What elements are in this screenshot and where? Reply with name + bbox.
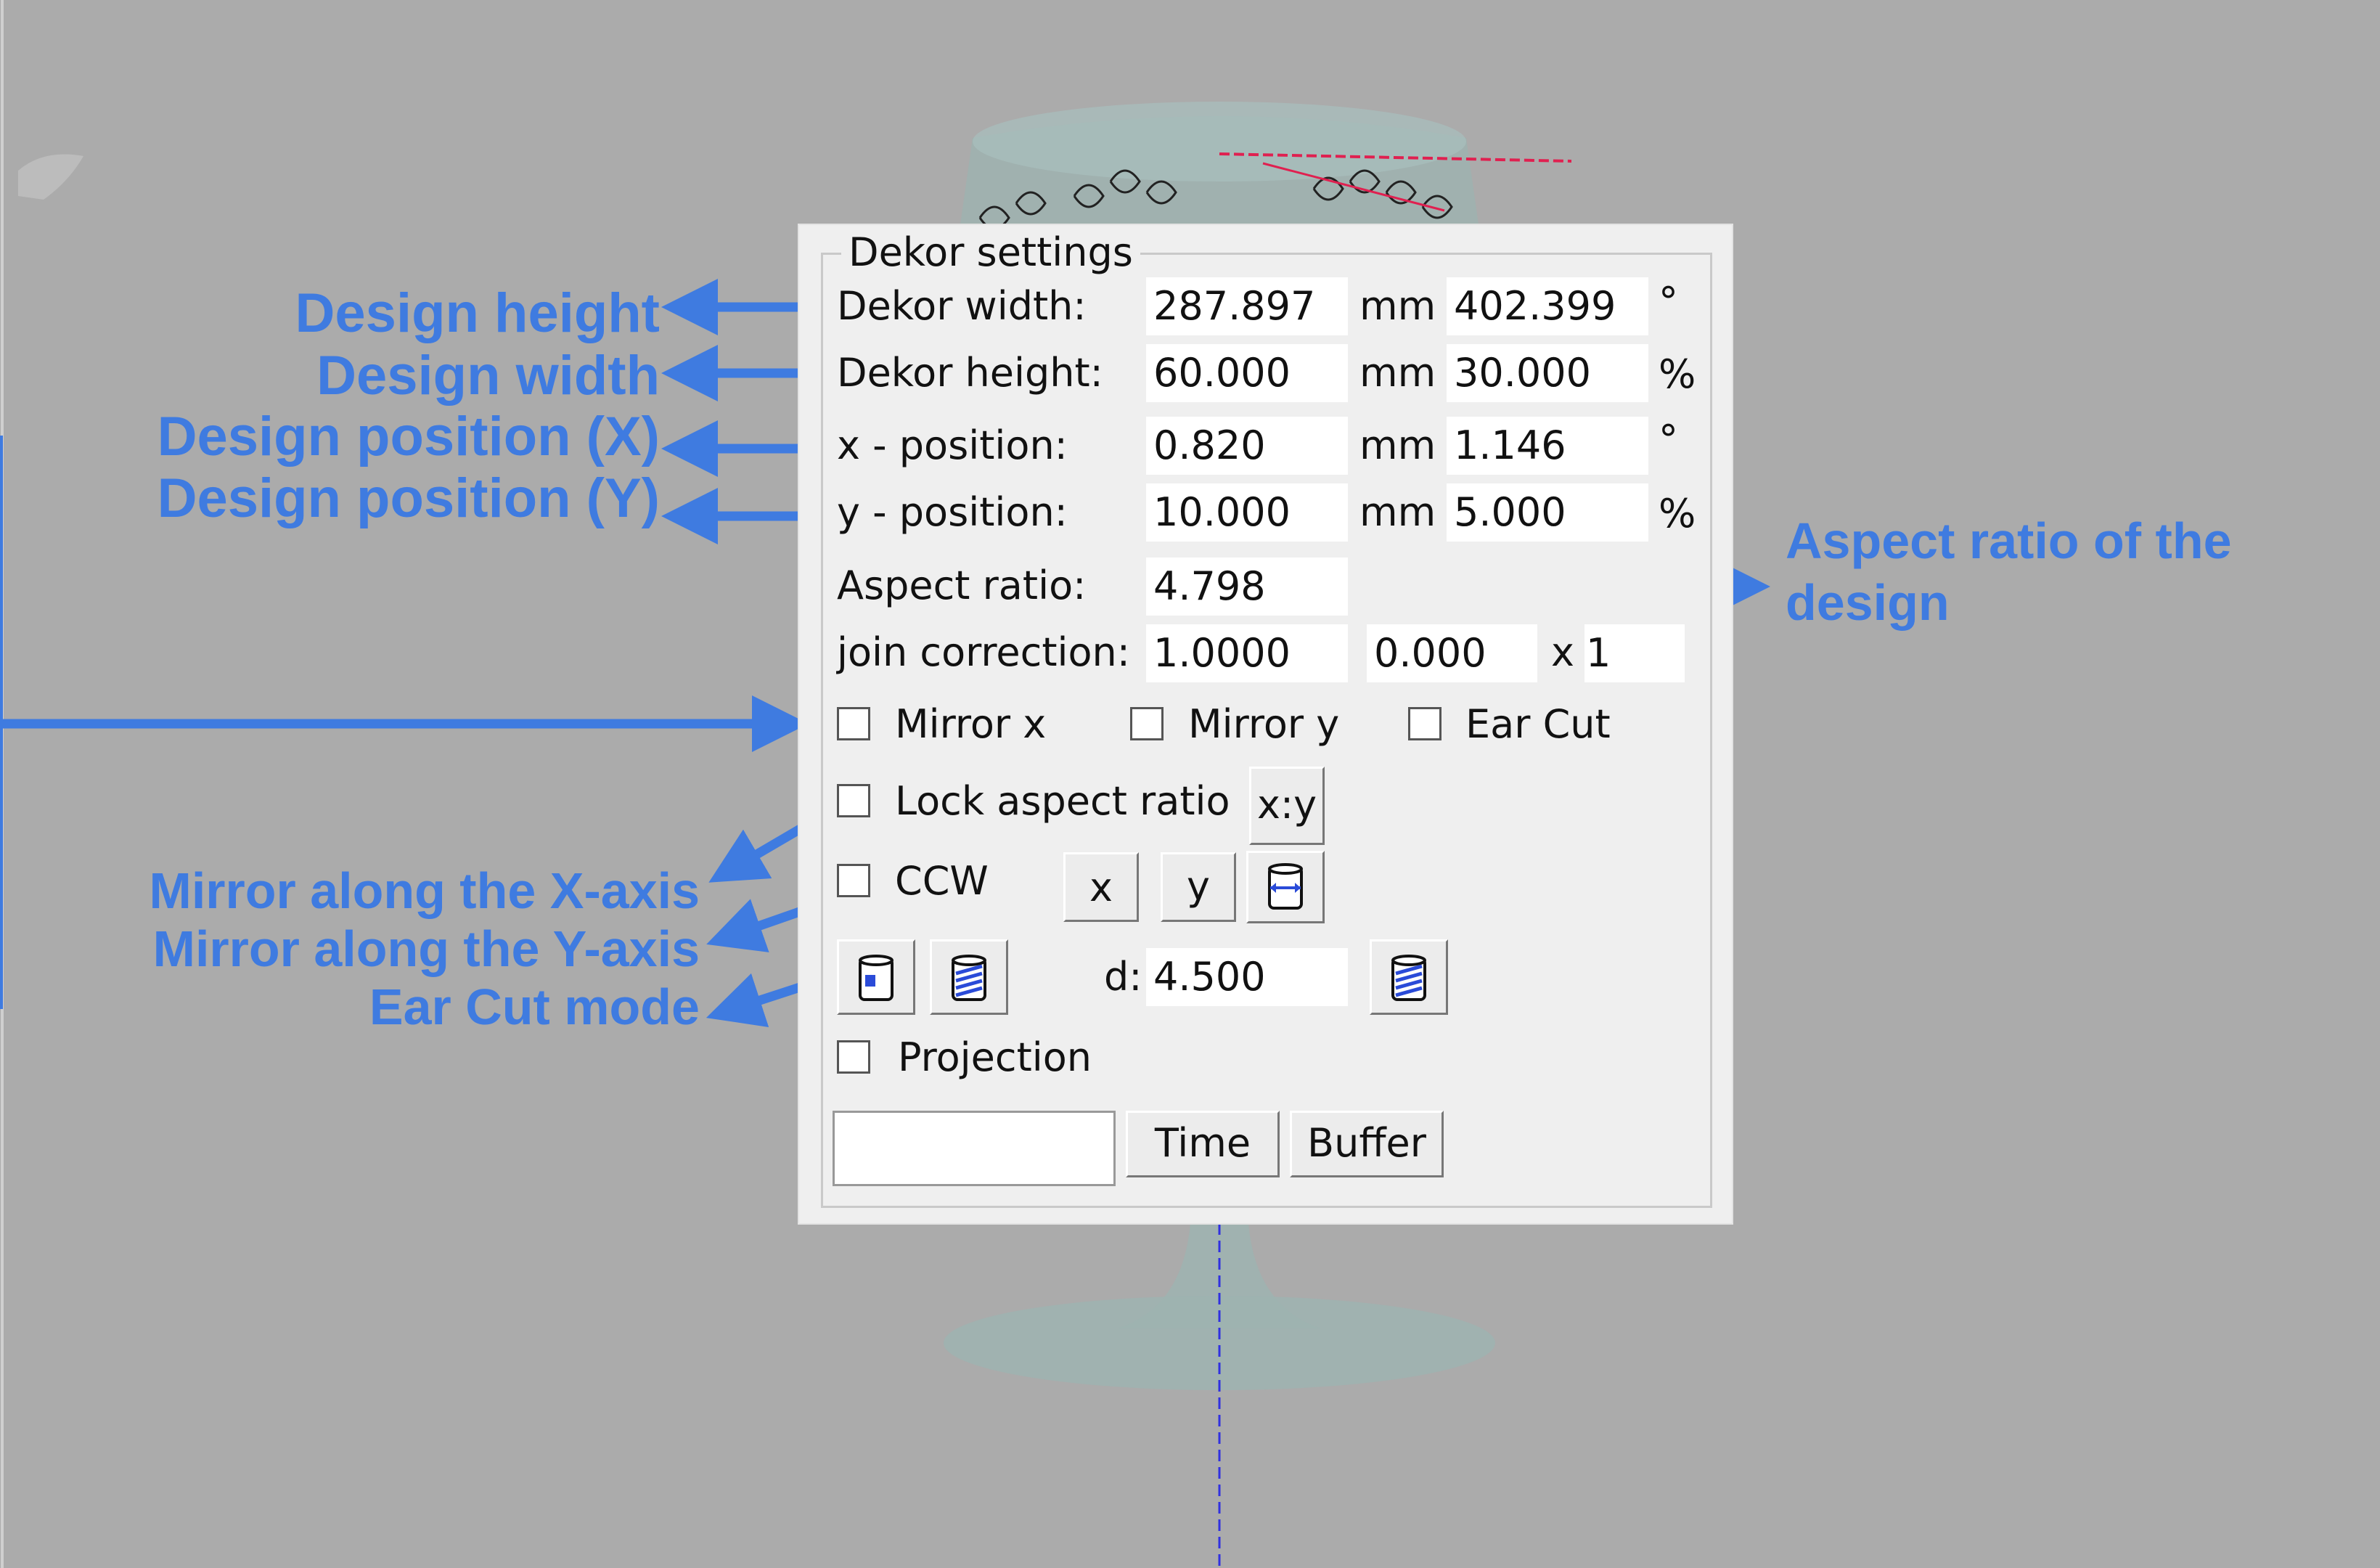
annotation-mirror-x-axis: Mirror along the X-axis xyxy=(149,862,700,919)
aspect-ratio-field[interactable]: 4.798 xyxy=(1146,558,1348,616)
cylinder-front-button[interactable] xyxy=(837,939,915,1015)
dekor-height-unit-percent: % xyxy=(1659,351,1696,397)
cylinder-wrap-icon xyxy=(952,955,986,1001)
x-position-deg-field[interactable]: 1.146 xyxy=(1447,417,1648,475)
flip-y-button-label: y xyxy=(1187,863,1210,909)
dekor-width-deg-field[interactable]: 402.399 xyxy=(1447,277,1648,335)
projection-label: Projection xyxy=(898,1034,1092,1080)
flip-x-button-label: x xyxy=(1089,865,1113,910)
ccw-checkbox[interactable] xyxy=(837,864,870,897)
d-label: d: xyxy=(1104,954,1142,1000)
y-position-percent-field[interactable]: 5.000 xyxy=(1447,483,1648,542)
dekor-height-mm-field[interactable]: 60.000 xyxy=(1146,344,1348,402)
goblet-base xyxy=(944,1296,1495,1390)
annotation-design-position-y: Design position (Y) xyxy=(157,467,660,529)
dekor-height-percent-field[interactable]: 30.000 xyxy=(1447,344,1648,402)
mirror-x-checkbox[interactable] xyxy=(837,707,870,740)
dekor-width-unit-deg: ° xyxy=(1659,279,1678,324)
cylinder-apply-button[interactable] xyxy=(1370,939,1448,1015)
y-position-mm-field[interactable]: 10.000 xyxy=(1146,483,1348,542)
ear-cut-label: Ear Cut xyxy=(1465,701,1611,747)
dekor-settings-panel: Dekor settings Dekor width: 287.897 mm 4… xyxy=(799,225,1732,1223)
flip-y-button[interactable]: y xyxy=(1161,852,1236,922)
dekor-height-unit-mm: mm xyxy=(1359,350,1436,396)
x-position-mm-field[interactable]: 0.820 xyxy=(1146,417,1348,475)
annotation-aspect-ratio-line2: design xyxy=(1786,574,1950,631)
time-button-label: Time xyxy=(1154,1120,1251,1166)
dekor-height-label: Dekor height: xyxy=(837,350,1103,396)
y-position-unit-percent: % xyxy=(1659,491,1696,536)
annotation-aspect-ratio-line1: Aspect ratio of the xyxy=(1786,513,2232,569)
ear-cut-checkbox[interactable] xyxy=(1408,707,1442,740)
annotation-mirror-y-axis: Mirror along the Y-axis xyxy=(152,920,700,977)
x-position-unit-mm: mm xyxy=(1359,422,1436,468)
cylinder-apply-icon xyxy=(1391,955,1426,1001)
cylinder-wrap-button[interactable] xyxy=(930,939,1008,1015)
y-position-label: y - position: xyxy=(837,489,1068,535)
lock-aspect-ratio-checkbox[interactable] xyxy=(837,784,870,817)
time-input-field[interactable] xyxy=(833,1111,1116,1186)
dekor-width-mm-field[interactable]: 287.897 xyxy=(1146,277,1348,335)
time-button[interactable]: Time xyxy=(1126,1111,1280,1177)
join-correction-offset-field[interactable]: 0.000 xyxy=(1367,624,1537,682)
goblet-rim xyxy=(973,102,1466,181)
y-position-unit-mm: mm xyxy=(1359,489,1436,535)
projection-checkbox[interactable] xyxy=(837,1040,870,1074)
join-correction-x-label: x xyxy=(1551,629,1574,675)
lock-aspect-ratio-label: Lock aspect ratio xyxy=(895,778,1230,824)
join-correction-field[interactable]: 1.0000 xyxy=(1146,624,1348,682)
join-correction-count-field[interactable]: 1 xyxy=(1584,624,1685,682)
small-shape xyxy=(18,154,83,200)
xy-ratio-button-label: x:y xyxy=(1256,782,1317,828)
x-position-unit-deg: ° xyxy=(1659,417,1678,462)
buffer-button-label: Buffer xyxy=(1307,1120,1426,1166)
d-value-field[interactable]: 4.500 xyxy=(1146,948,1348,1006)
x-position-label: x - position: xyxy=(837,422,1068,468)
mirror-y-label: Mirror y xyxy=(1188,701,1340,747)
flip-x-button[interactable]: x xyxy=(1063,852,1139,922)
mirror-x-label: Mirror x xyxy=(895,701,1047,747)
annotation-design-height: Design height xyxy=(295,282,660,344)
annotation-design-position-x: Design position (X) xyxy=(157,406,660,467)
join-correction-label: join correction: xyxy=(837,629,1130,675)
buffer-button[interactable]: Buffer xyxy=(1290,1111,1444,1177)
ccw-label: CCW xyxy=(895,858,989,904)
cylinder-front-icon xyxy=(859,955,893,1001)
mirror-y-checkbox[interactable] xyxy=(1130,707,1164,740)
annotation-design-width: Design width xyxy=(316,345,660,407)
panel-title: Dekor settings xyxy=(841,231,1140,274)
dekor-width-label: Dekor width: xyxy=(837,283,1087,329)
annotation-ear-cut-mode: Ear Cut mode xyxy=(369,979,700,1035)
aspect-ratio-label: Aspect ratio: xyxy=(837,563,1087,608)
xy-ratio-button[interactable]: x:y xyxy=(1249,767,1325,845)
dekor-width-unit-mm: mm xyxy=(1359,283,1436,329)
fit-width-icon xyxy=(1268,863,1303,910)
fit-width-button[interactable] xyxy=(1246,851,1325,923)
